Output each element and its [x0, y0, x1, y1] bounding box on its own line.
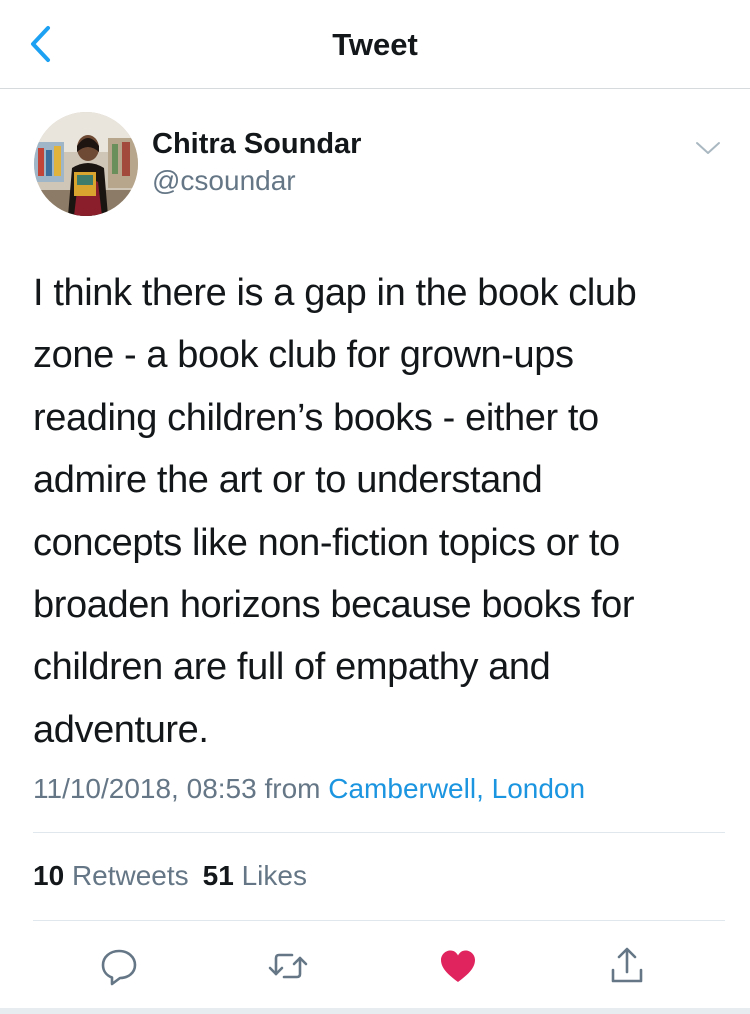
heart-icon [441, 950, 475, 982]
retweets-stat[interactable]: 10 Retweets [33, 860, 189, 891]
retweets-count: 10 [33, 860, 65, 891]
share-icon [611, 947, 643, 983]
likes-count: 51 [202, 860, 234, 891]
tweet-timestamp: 11/10/2018, 08:53 [33, 773, 257, 804]
chevron-down-icon [696, 142, 720, 154]
likes-label: Likes [241, 860, 307, 891]
likes-stat[interactable]: 51 Likes [203, 860, 307, 891]
divider [33, 920, 725, 921]
share-button[interactable] [605, 944, 649, 988]
tweet-text-line: concepts like non-fiction topics or to [33, 521, 620, 564]
retweet-button[interactable] [266, 944, 310, 988]
from-label: from [264, 773, 321, 804]
author-handle[interactable]: @csoundar [152, 165, 296, 197]
location-link[interactable]: Camberwell, London [328, 773, 585, 804]
tweet-text-line: broaden horizons because books for [33, 584, 635, 627]
avatar-photo [34, 112, 138, 216]
bottom-edge [0, 1008, 750, 1014]
tweet-meta: 11/10/2018, 08:53 from Camberwell, Londo… [33, 773, 585, 805]
tweet-text-line: reading children’s books - either to [33, 396, 599, 439]
tweet-text-line: I think there is a gap in the book club [33, 272, 637, 314]
more-options-button[interactable] [690, 132, 726, 164]
like-button[interactable] [436, 944, 480, 988]
nav-bar: Tweet [0, 0, 750, 89]
retweet-icon [268, 953, 308, 979]
tweet-text-line: admire the art or to understand [33, 459, 543, 502]
engagement-stats: 10 Retweets 51 Likes [33, 860, 307, 892]
tweet-text: I think there is a gap in the book club … [33, 262, 723, 761]
avatar[interactable] [34, 112, 138, 216]
tweet-text-line: adventure. [33, 708, 209, 751]
divider [33, 832, 725, 833]
page-title: Tweet [332, 27, 418, 62]
tweet-text-line: zone - a book club for grown-ups [33, 334, 574, 377]
reply-icon [101, 949, 137, 986]
reply-button[interactable] [97, 944, 141, 988]
author-display-name[interactable]: Chitra Soundar [152, 128, 361, 161]
retweets-label: Retweets [71, 860, 189, 891]
tweet-text-line: children are full of empathy and [33, 646, 551, 689]
